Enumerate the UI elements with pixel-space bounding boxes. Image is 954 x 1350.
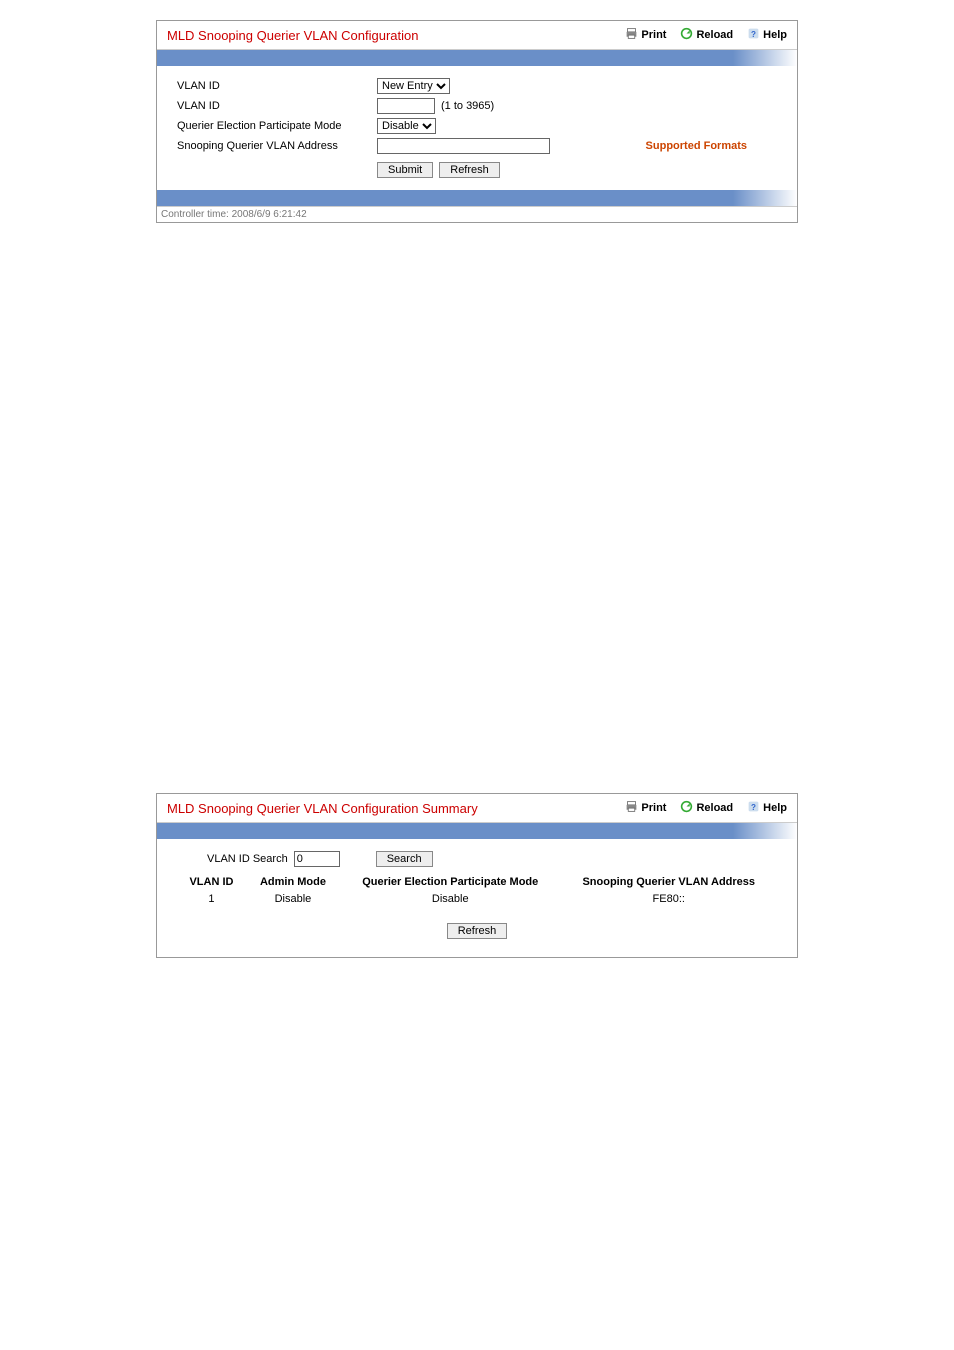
col-snooping-addr: Snooping Querier VLAN Address (560, 873, 777, 891)
refresh-button[interactable] (447, 923, 508, 939)
reload-icon (680, 800, 693, 816)
cell-querier-mode: Disable (340, 891, 560, 907)
print-button[interactable]: Print (625, 27, 666, 43)
row-querier-mode: Querier Election Participate Mode Disabl… (177, 118, 777, 134)
divider-bar (157, 190, 797, 206)
panel-body: VLAN ID Search VLAN ID Admin Mode Querie… (157, 839, 797, 957)
reload-button[interactable]: Reload (680, 800, 733, 816)
panel-actions: Print Reload ? Help (625, 800, 787, 816)
reload-button[interactable]: Reload (680, 27, 733, 43)
cell-snooping-addr: FE80:: (560, 891, 777, 907)
panel-body: VLAN ID New Entry VLAN ID (1 to 3965) Qu… (157, 66, 797, 190)
cell-vlan-id: 1 (177, 891, 246, 907)
print-label: Print (641, 29, 666, 41)
panel-title: MLD Snooping Querier VLAN Configuration … (167, 801, 478, 816)
table-row: 1 Disable Disable FE80:: (177, 891, 777, 907)
vlan-id-select[interactable]: New Entry (377, 78, 450, 94)
panel-header: MLD Snooping Querier VLAN Configuration … (157, 21, 797, 50)
vlan-search-label: VLAN ID Search (207, 853, 288, 865)
divider-bar (157, 823, 797, 839)
row-vlan-input: VLAN ID (1 to 3965) (177, 98, 777, 114)
controller-time: Controller time: 2008/6/9 6:21:42 (157, 206, 797, 222)
help-label: Help (763, 29, 787, 41)
snooping-addr-label: Snooping Querier VLAN Address (177, 140, 377, 152)
querier-mode-label: Querier Election Participate Mode (177, 120, 377, 132)
refresh-button[interactable] (439, 162, 500, 178)
search-button[interactable] (376, 851, 433, 867)
help-icon: ? (747, 27, 760, 43)
table-header-row: VLAN ID Admin Mode Querier Election Part… (177, 873, 777, 891)
svg-text:?: ? (751, 803, 756, 812)
svg-text:?: ? (751, 30, 756, 39)
help-label: Help (763, 802, 787, 814)
cell-admin-mode: Disable (246, 891, 340, 907)
divider-bar (157, 50, 797, 66)
search-row: VLAN ID Search (207, 851, 777, 867)
print-icon (625, 800, 638, 816)
summary-table: VLAN ID Admin Mode Querier Election Part… (177, 873, 777, 907)
row-vlan-select: VLAN ID New Entry (177, 78, 777, 94)
vlan-id-input-label: VLAN ID (177, 100, 377, 112)
mld-querier-vlan-summary-panel: MLD Snooping Querier VLAN Configuration … (156, 793, 798, 958)
help-icon: ? (747, 800, 760, 816)
vlan-id-range: (1 to 3965) (441, 100, 494, 112)
reload-label: Reload (696, 802, 733, 814)
help-button[interactable]: ? Help (747, 27, 787, 43)
col-admin-mode: Admin Mode (246, 873, 340, 891)
panel-actions: Print Reload ? Help (625, 27, 787, 43)
reload-icon (680, 27, 693, 43)
button-row (377, 162, 777, 178)
submit-button[interactable] (377, 162, 433, 178)
panel-title: MLD Snooping Querier VLAN Configuration (167, 28, 418, 43)
snooping-addr-input[interactable] (377, 138, 550, 154)
mld-querier-vlan-config-panel: MLD Snooping Querier VLAN Configuration … (156, 20, 798, 223)
querier-mode-select[interactable]: Disable (377, 118, 436, 134)
vlan-search-input[interactable] (294, 851, 340, 867)
supported-formats-link[interactable]: Supported Formats (646, 140, 777, 152)
help-button[interactable]: ? Help (747, 800, 787, 816)
print-button[interactable]: Print (625, 800, 666, 816)
refresh-row (177, 923, 777, 939)
col-querier-mode: Querier Election Participate Mode (340, 873, 560, 891)
print-icon (625, 27, 638, 43)
row-snooping-addr: Snooping Querier VLAN Address Supported … (177, 138, 777, 154)
print-label: Print (641, 802, 666, 814)
col-vlan-id: VLAN ID (177, 873, 246, 891)
reload-label: Reload (696, 29, 733, 41)
panel-header: MLD Snooping Querier VLAN Configuration … (157, 794, 797, 823)
vlan-id-input[interactable] (377, 98, 435, 114)
vlan-id-select-label: VLAN ID (177, 80, 377, 92)
